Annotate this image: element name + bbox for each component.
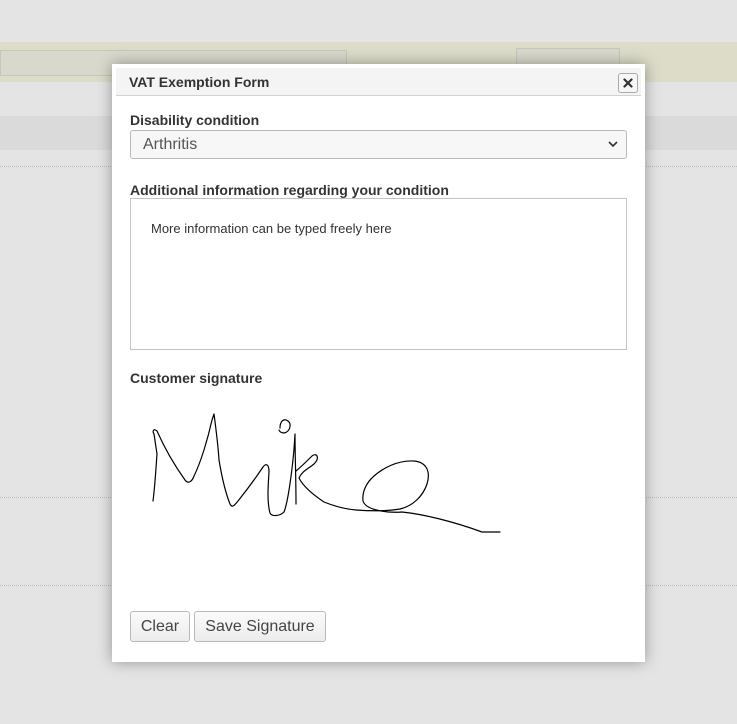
close-icon — [623, 78, 633, 88]
condition-select-value: Arthritis — [143, 136, 198, 153]
save-signature-button[interactable]: Save Signature — [194, 611, 326, 642]
dialog-title: VAT Exemption Form — [129, 74, 270, 90]
additional-info-text: More information can be typed freely her… — [151, 221, 392, 236]
signature-label: Customer signature — [130, 370, 263, 386]
signature-pad[interactable] — [130, 394, 627, 594]
condition-label: Disability condition — [130, 112, 260, 128]
dialog-titlebar[interactable]: VAT Exemption Form — [116, 68, 641, 96]
close-button[interactable] — [618, 73, 638, 93]
chevron-down-icon — [608, 141, 618, 148]
condition-select[interactable]: Arthritis — [130, 130, 627, 159]
vat-exemption-dialog: VAT Exemption Form Disability condition … — [112, 64, 645, 662]
signature-drawing — [152, 413, 501, 533]
additional-info-textarea[interactable]: More information can be typed freely her… — [130, 198, 627, 350]
clear-button[interactable]: Clear — [130, 611, 190, 642]
info-label: Additional information regarding your co… — [130, 182, 449, 198]
